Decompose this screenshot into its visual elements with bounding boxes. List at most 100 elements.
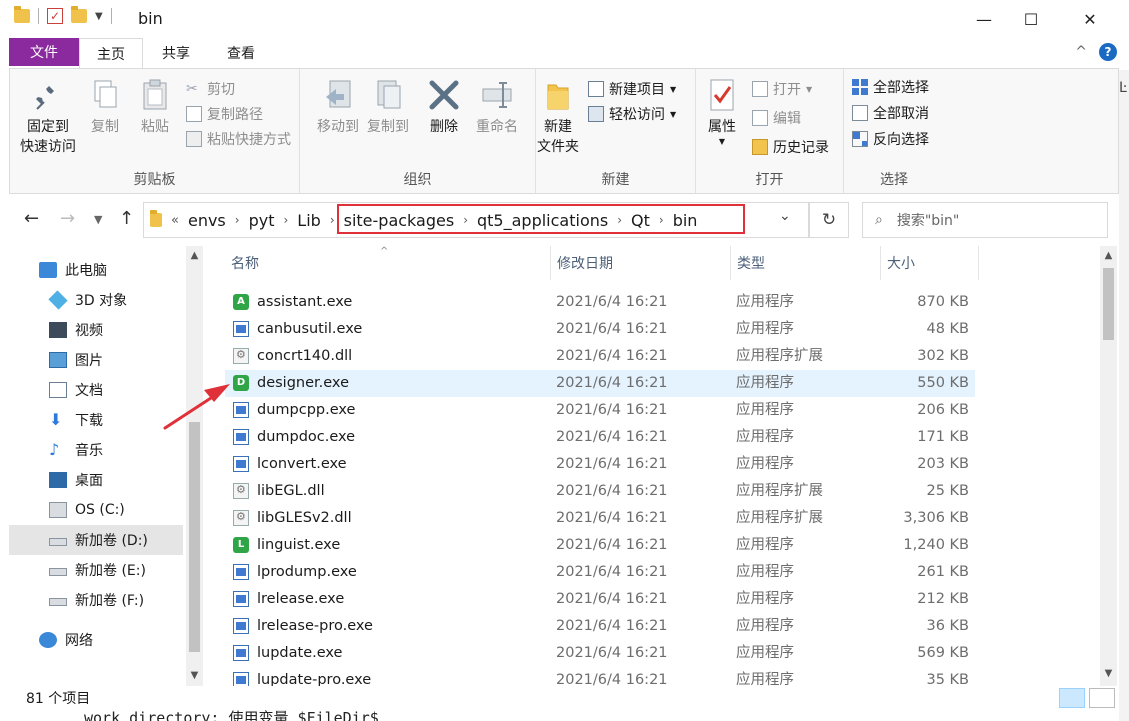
tab-share[interactable]: 共享 xyxy=(148,38,204,68)
refresh-button[interactable]: ↻ xyxy=(809,202,849,238)
table-row[interactable]: libGLESv2.dll 2021/6/4 16:21 应用程序扩展 3,306 K… xyxy=(225,505,975,532)
breadcrumb-item[interactable]: site-packages xyxy=(344,211,455,230)
paste-label: 粘贴 xyxy=(141,119,169,135)
tab-home[interactable]: 主页 xyxy=(79,38,143,68)
scroll-up-arrow-icon[interactable]: ▲ xyxy=(186,250,203,261)
maximize-button[interactable]: ☐ xyxy=(1008,0,1054,38)
forward-arrow-icon[interactable]: → xyxy=(60,208,75,229)
copy-to-button[interactable]: 复制到 xyxy=(364,77,412,137)
chevron-down-icon[interactable]: ▼ xyxy=(95,11,103,22)
open-button[interactable]: 打开 ▼ xyxy=(752,77,812,101)
table-row[interactable]: dumpdoc.exe 2021/6/4 16:21 应用程序 171 KB xyxy=(225,424,975,451)
recent-locations-chevron-icon[interactable]: ▼ xyxy=(94,213,102,226)
invert-selection-button[interactable]: 反向选择 xyxy=(852,127,929,151)
details-view-icon[interactable] xyxy=(1059,688,1085,708)
collapse-ribbon-icon[interactable]: ^ xyxy=(1075,44,1087,60)
file-name: linguist.exe xyxy=(257,537,341,553)
cut-button[interactable]: ✂ 剪切 xyxy=(186,77,235,101)
breadcrumb-overflow[interactable]: « xyxy=(171,213,179,228)
paste-shortcut-button[interactable]: 粘贴快捷方式 xyxy=(186,127,291,151)
group-label-clipboard: 剪贴板 xyxy=(133,172,176,188)
nav-item[interactable]: ♪ 音乐 xyxy=(9,435,183,465)
file-list-scrollbar[interactable]: ▲ ▼ xyxy=(1100,246,1117,686)
copy-path-button[interactable]: 复制路径 xyxy=(186,102,263,126)
nav-item[interactable]: 视频 xyxy=(9,315,183,345)
table-row[interactable]: lprodump.exe 2021/6/4 16:21 应用程序 261 KB xyxy=(225,559,975,586)
paste-button[interactable]: 粘贴 xyxy=(134,77,176,137)
edit-button[interactable]: 编辑 xyxy=(752,106,801,130)
table-row[interactable]: canbusutil.exe 2021/6/4 16:21 应用程序 48 KB xyxy=(225,316,975,343)
scroll-up-arrow-icon[interactable]: ▲ xyxy=(1100,250,1117,261)
table-row[interactable]: lupdate-pro.exe 2021/6/4 16:21 应用程序 35 KB xyxy=(225,667,975,686)
nav-item[interactable]: 3D 对象 xyxy=(9,285,183,315)
large-icons-view-icon[interactable] xyxy=(1089,688,1115,708)
breadcrumb-separator-chevron-icon[interactable]: › xyxy=(235,213,240,227)
column-header-name[interactable]: 名称 xyxy=(225,246,551,280)
breadcrumb-separator-chevron-icon[interactable]: › xyxy=(659,213,664,227)
breadcrumb-item[interactable]: envs xyxy=(188,211,226,230)
back-arrow-icon[interactable]: ← xyxy=(24,208,39,229)
breadcrumb-separator-chevron-icon[interactable]: › xyxy=(283,213,288,227)
nav-item[interactable]: 新加卷 (F:) xyxy=(9,585,183,615)
column-header-type[interactable]: 类型 xyxy=(731,246,881,280)
table-row[interactable]: libEGL.dll 2021/6/4 16:21 应用程序扩展 25 KB xyxy=(225,478,975,505)
table-row[interactable]: Llinguist.exe 2021/6/4 16:21 应用程序 1,240 KB xyxy=(225,532,975,559)
tab-file[interactable]: 文件 xyxy=(9,38,79,66)
table-row[interactable]: concrt140.dll 2021/6/4 16:21 应用程序扩展 302 KB xyxy=(225,343,975,370)
table-row[interactable]: Ddesigner.exe 2021/6/4 16:21 应用程序 550 KB xyxy=(225,370,975,397)
table-row[interactable]: lrelease.exe 2021/6/4 16:21 应用程序 212 KB xyxy=(225,586,975,613)
table-row[interactable]: lupdate.exe 2021/6/4 16:21 应用程序 569 KB xyxy=(225,640,975,667)
table-row[interactable]: lrelease-pro.exe 2021/6/4 16:21 应用程序 36 KB xyxy=(225,613,975,640)
new-folder-button[interactable]: 新建 文件夹 xyxy=(536,77,580,157)
scroll-down-arrow-icon[interactable]: ▼ xyxy=(1100,668,1117,679)
nav-scroll-thumb[interactable] xyxy=(189,422,200,652)
address-bar[interactable]: « envs › pyt › Lib › site-packages › qt5_applica… xyxy=(143,202,809,238)
properties-button[interactable]: 属性 ▼ xyxy=(700,77,744,147)
scroll-down-arrow-icon[interactable]: ▼ xyxy=(186,670,203,681)
nav-item[interactable]: OS (C:) xyxy=(9,495,183,525)
column-header-date[interactable]: 修改日期 xyxy=(551,246,731,280)
help-icon[interactable]: ? xyxy=(1099,43,1117,61)
delete-button[interactable]: 删除 xyxy=(426,77,462,137)
nav-item[interactable]: 图片 xyxy=(9,345,183,375)
breadcrumb-item[interactable]: qt5_applications xyxy=(477,211,608,230)
table-row[interactable]: dumpcpp.exe 2021/6/4 16:21 应用程序 206 KB xyxy=(225,397,975,424)
nav-item[interactable]: ⬇ 下载 xyxy=(9,405,183,435)
nav-item[interactable]: 新加卷 (E:) xyxy=(9,555,183,585)
file-name: assistant.exe xyxy=(257,294,353,310)
tab-view[interactable]: 查看 xyxy=(212,38,270,68)
minimize-button[interactable]: — xyxy=(961,0,1007,38)
column-header-size[interactable]: 大小 xyxy=(881,246,979,280)
nav-item[interactable]: 此电脑 xyxy=(9,255,183,285)
address-dropdown-chevron-icon[interactable]: ⌄ xyxy=(779,208,791,224)
nav-item[interactable]: 网络 xyxy=(9,625,183,655)
move-to-button[interactable]: 移动到 xyxy=(314,77,362,137)
close-button[interactable]: ✕ xyxy=(1067,0,1113,38)
nav-scrollbar[interactable]: ▲ ▼ xyxy=(186,246,203,686)
pin-quick-access-button[interactable]: 固定到 快速访问 xyxy=(16,77,80,157)
new-item-button[interactable]: 新建项目 ▼ xyxy=(588,77,676,101)
breadcrumb-separator-chevron-icon[interactable]: › xyxy=(617,213,622,227)
file-list-scroll-thumb[interactable] xyxy=(1103,268,1114,340)
nav-item[interactable]: 新加卷 (D:) xyxy=(9,525,183,555)
rename-button[interactable]: 重命名 xyxy=(472,77,522,137)
copy-button[interactable]: 复制 xyxy=(84,77,126,137)
breadcrumb-item[interactable]: bin xyxy=(673,211,698,230)
breadcrumb-item[interactable]: Lib xyxy=(297,211,321,230)
properties-quick-icon[interactable]: ✓ xyxy=(47,8,63,24)
nav-item[interactable]: 文档 xyxy=(9,375,183,405)
up-arrow-icon[interactable]: ↑ xyxy=(119,208,134,229)
select-all-button[interactable]: 全部选择 xyxy=(852,75,929,99)
table-row[interactable]: lconvert.exe 2021/6/4 16:21 应用程序 203 KB xyxy=(225,451,975,478)
table-row[interactable]: Aassistant.exe 2021/6/4 16:21 应用程序 870 KB xyxy=(225,289,975,316)
search-box[interactable]: ⌕ 搜索"bin" xyxy=(862,202,1108,238)
nav-item[interactable]: 桌面 xyxy=(9,465,183,495)
breadcrumb-item[interactable]: Qt xyxy=(631,211,650,230)
breadcrumb-separator-chevron-icon[interactable]: › xyxy=(330,213,335,227)
select-none-button[interactable]: 全部取消 xyxy=(852,101,929,125)
new-folder-quick-icon[interactable] xyxy=(71,6,87,23)
easy-access-button[interactable]: 轻松访问 ▼ xyxy=(588,102,676,126)
breadcrumb-item[interactable]: pyt xyxy=(249,211,275,230)
breadcrumb-separator-chevron-icon[interactable]: › xyxy=(463,213,468,227)
history-button[interactable]: 历史记录 xyxy=(752,135,829,159)
